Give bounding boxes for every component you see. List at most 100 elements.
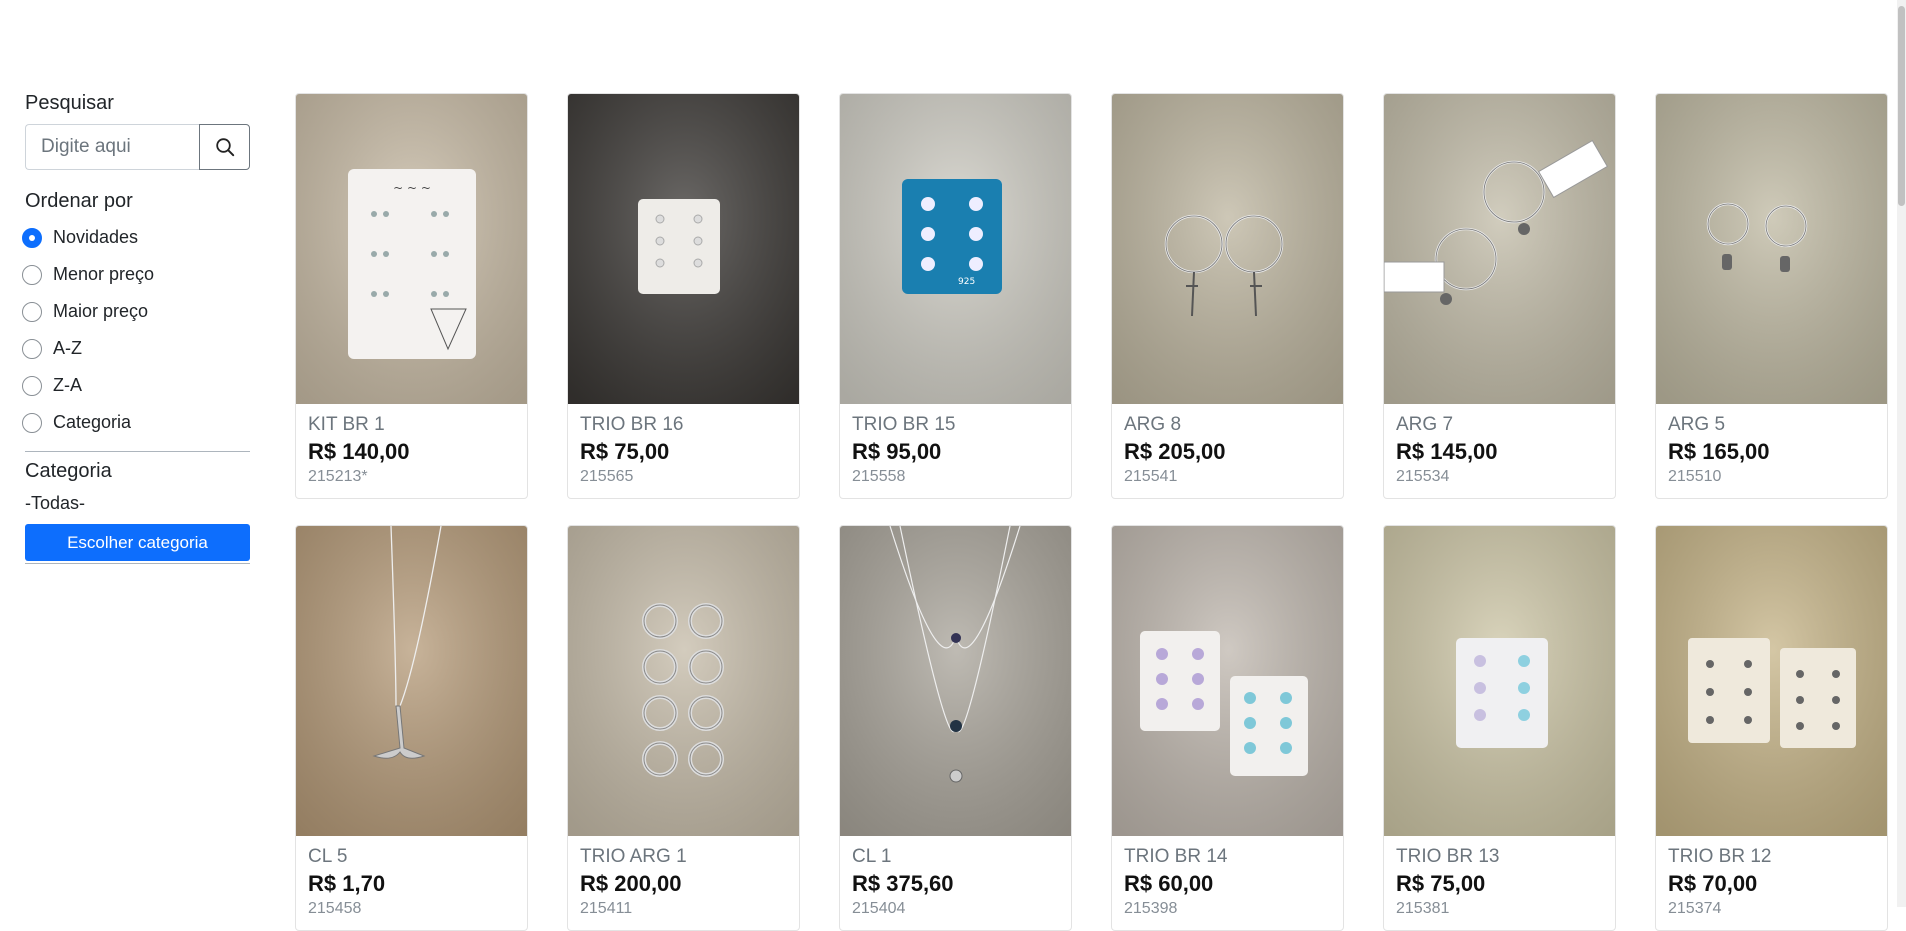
- scrollbar[interactable]: [1897, 0, 1906, 907]
- sort-radio[interactable]: [22, 412, 42, 433]
- svg-text:925: 925: [958, 277, 975, 287]
- product-card[interactable]: CL 1 R$ 375,60 215404: [839, 525, 1072, 931]
- product-info: TRIO BR 14 R$ 60,00 215398: [1112, 836, 1343, 920]
- product-code: 215510: [1668, 468, 1722, 485]
- product-name: TRIO ARG 1: [580, 846, 687, 867]
- product-info: TRIO BR 12 R$ 70,00 215374: [1656, 836, 1887, 920]
- product-photo[interactable]: [568, 526, 799, 836]
- choose-category-button[interactable]: Escolher categoria: [25, 524, 250, 561]
- search-button[interactable]: [199, 124, 250, 170]
- product-card[interactable]: TRIO BR 13 R$ 75,00 215381: [1383, 525, 1616, 931]
- product-name: ARG 5: [1668, 414, 1726, 435]
- product-photo[interactable]: [1384, 526, 1615, 836]
- product-code: 215404: [852, 900, 906, 917]
- sort-options: Novidades Menor preço Maior preço A-Z Z-A Cat…: [22, 219, 250, 441]
- product-code: 215213*: [308, 468, 368, 485]
- necklace-icon: [840, 526, 1071, 836]
- sort-option[interactable]: A-Z: [22, 330, 250, 367]
- product-price: R$ 200,00: [580, 871, 682, 896]
- product-photo[interactable]: [1112, 94, 1343, 404]
- sort-option[interactable]: Z-A: [22, 367, 250, 404]
- product-info: ARG 8 R$ 205,00 215541: [1112, 404, 1343, 488]
- product-card[interactable]: TRIO ARG 1 R$ 200,00 215411: [567, 525, 800, 931]
- search-label: Pesquisar: [25, 92, 114, 114]
- sort-option-label: Categoria: [53, 412, 132, 432]
- sort-option[interactable]: Menor preço: [22, 256, 250, 293]
- sort-radio[interactable]: [22, 227, 42, 248]
- product-price: R$ 375,60: [852, 871, 954, 896]
- product-info: TRIO BR 16 R$ 75,00 215565: [568, 404, 799, 488]
- product-card[interactable]: TRIO BR 16 R$ 75,00 215565: [567, 93, 800, 499]
- scrollbar-thumb[interactable]: [1898, 6, 1905, 206]
- product-name: ARG 7: [1396, 414, 1454, 435]
- product-info: CL 5 R$ 1,70 215458: [296, 836, 527, 920]
- product-photo[interactable]: 925: [840, 94, 1071, 404]
- product-info: KIT BR 1 R$ 140,00 215213*: [296, 404, 527, 488]
- sort-option[interactable]: Maior preço: [22, 293, 250, 330]
- hoop-earrings-icon: [1384, 94, 1615, 404]
- product-name: TRIO BR 13: [1396, 846, 1500, 867]
- product-price: R$ 75,00: [580, 439, 670, 464]
- sort-option-label: Novidades: [53, 227, 139, 247]
- product-price: R$ 165,00: [1668, 439, 1770, 464]
- product-card[interactable]: ARG 7 R$ 145,00 215534: [1383, 93, 1616, 499]
- product-card[interactable]: ~ ~ ~ KIT BR 1 R$ 140,00 215213*: [295, 93, 528, 499]
- product-photo[interactable]: ~ ~ ~: [296, 94, 527, 404]
- product-card[interactable]: 925 TRIO BR 15 R$ 95,00 215558: [839, 93, 1072, 499]
- product-card[interactable]: TRIO BR 14 R$ 60,00 215398: [1111, 525, 1344, 931]
- sort-radio[interactable]: [22, 264, 42, 285]
- product-code: 215558: [852, 468, 906, 485]
- sort-radio[interactable]: [22, 338, 42, 359]
- sort-option[interactable]: Categoria: [22, 404, 250, 441]
- product-card[interactable]: ARG 5 R$ 165,00 215510: [1655, 93, 1888, 499]
- product-price: R$ 70,00: [1668, 871, 1758, 896]
- sort-option[interactable]: Novidades: [22, 219, 250, 256]
- sort-radio[interactable]: [22, 375, 42, 396]
- stud-earrings-icon: [1112, 526, 1343, 836]
- hoop-earrings-icon: [568, 526, 799, 836]
- product-name: ARG 8: [1124, 414, 1182, 435]
- product-price: R$ 75,00: [1396, 871, 1486, 896]
- product-code: 215381: [1396, 900, 1450, 917]
- product-code: 215458: [308, 900, 362, 917]
- product-card[interactable]: CL 5 R$ 1,70 215458: [295, 525, 528, 931]
- hoop-earrings-icon: [1656, 94, 1887, 404]
- product-price: R$ 145,00: [1396, 439, 1498, 464]
- search-input[interactable]: [25, 124, 199, 170]
- product-name: TRIO BR 16: [580, 414, 684, 435]
- product-photo[interactable]: [1112, 526, 1343, 836]
- product-name: TRIO BR 12: [1668, 846, 1772, 867]
- product-photo[interactable]: [1384, 94, 1615, 404]
- product-code: 215398: [1124, 900, 1178, 917]
- sort-option-label: A-Z: [53, 338, 82, 358]
- product-photo[interactable]: [1656, 526, 1887, 836]
- product-name: CL 1: [852, 846, 892, 867]
- stud-earrings-icon: [1656, 526, 1887, 836]
- product-name: CL 5: [308, 846, 348, 867]
- product-info: TRIO BR 15 R$ 95,00 215558: [840, 404, 1071, 488]
- sort-radio[interactable]: [22, 301, 42, 322]
- product-code: 215374: [1668, 900, 1722, 917]
- product-info: ARG 5 R$ 165,00 215510: [1656, 404, 1887, 488]
- product-card[interactable]: TRIO BR 12 R$ 70,00 215374: [1655, 525, 1888, 931]
- product-card[interactable]: ARG 8 R$ 205,00 215541: [1111, 93, 1344, 499]
- sort-label: Ordenar por: [25, 190, 133, 212]
- divider: [25, 451, 250, 452]
- product-photo[interactable]: [568, 94, 799, 404]
- product-code: 215534: [1396, 468, 1450, 485]
- product-photo[interactable]: [840, 526, 1071, 836]
- stud-earrings-icon: [568, 94, 799, 404]
- earring-card-icon: ~ ~ ~: [296, 94, 527, 404]
- sort-option-label: Maior preço: [53, 301, 149, 321]
- sort-option-label: Z-A: [53, 375, 82, 395]
- product-name: TRIO BR 15: [852, 414, 956, 435]
- product-photo[interactable]: [296, 526, 527, 836]
- product-name: TRIO BR 14: [1124, 846, 1228, 867]
- product-price: R$ 95,00: [852, 439, 942, 464]
- product-grid: ~ ~ ~ KIT BR 1 R$ 140,00 215213* TRIO BR 16…: [295, 93, 1888, 931]
- necklace-icon: [296, 526, 527, 836]
- search-bar: [25, 124, 250, 170]
- product-photo[interactable]: [1656, 94, 1887, 404]
- stud-earrings-icon: 925: [840, 94, 1071, 404]
- sort-option-label: Menor preço: [53, 264, 155, 284]
